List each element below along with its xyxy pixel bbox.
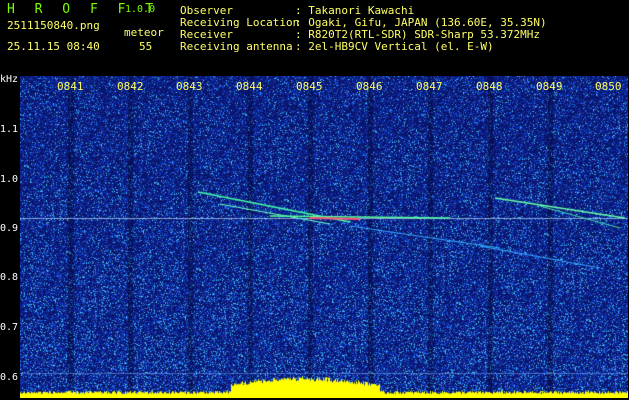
y-tick-label: 0.7 <box>0 322 19 333</box>
x-tick-label: 0845 <box>296 80 323 93</box>
meteor-count: 55 <box>139 40 153 53</box>
x-tick-label: 0847 <box>416 80 443 93</box>
x-tick-label: 0850 <box>595 80 622 93</box>
x-tick-label: 0849 <box>536 80 563 93</box>
x-tick-label: 0846 <box>356 80 383 93</box>
app-version: 1.0.0 <box>125 4 156 15</box>
y-tick-label: 0.8 <box>0 272 19 283</box>
image-filename: 2511150840.png <box>7 19 100 32</box>
x-tick-label: 0848 <box>476 80 503 93</box>
x-tick-label: 0841 <box>57 80 84 93</box>
antenna-value: : 2el-HB9CV Vertical (el. E-W) <box>295 40 494 53</box>
datetime-label: 25.11.15 08:40 <box>7 40 100 53</box>
spectrogram-waterfall <box>20 76 628 398</box>
x-tick-label: 0844 <box>236 80 263 93</box>
y-tick-label: 1.1 <box>0 124 19 135</box>
y-tick-label: 1.0 <box>0 174 19 185</box>
antenna-label: Receiving antenna <box>180 40 293 53</box>
meteor-label: meteor <box>124 26 164 39</box>
y-tick-label: 0.6 <box>0 372 19 383</box>
x-tick-label: 0842 <box>117 80 144 93</box>
y-axis-unit: kHz <box>0 74 19 85</box>
x-tick-label: 0843 <box>176 80 203 93</box>
y-tick-label: 0.9 <box>0 223 19 234</box>
